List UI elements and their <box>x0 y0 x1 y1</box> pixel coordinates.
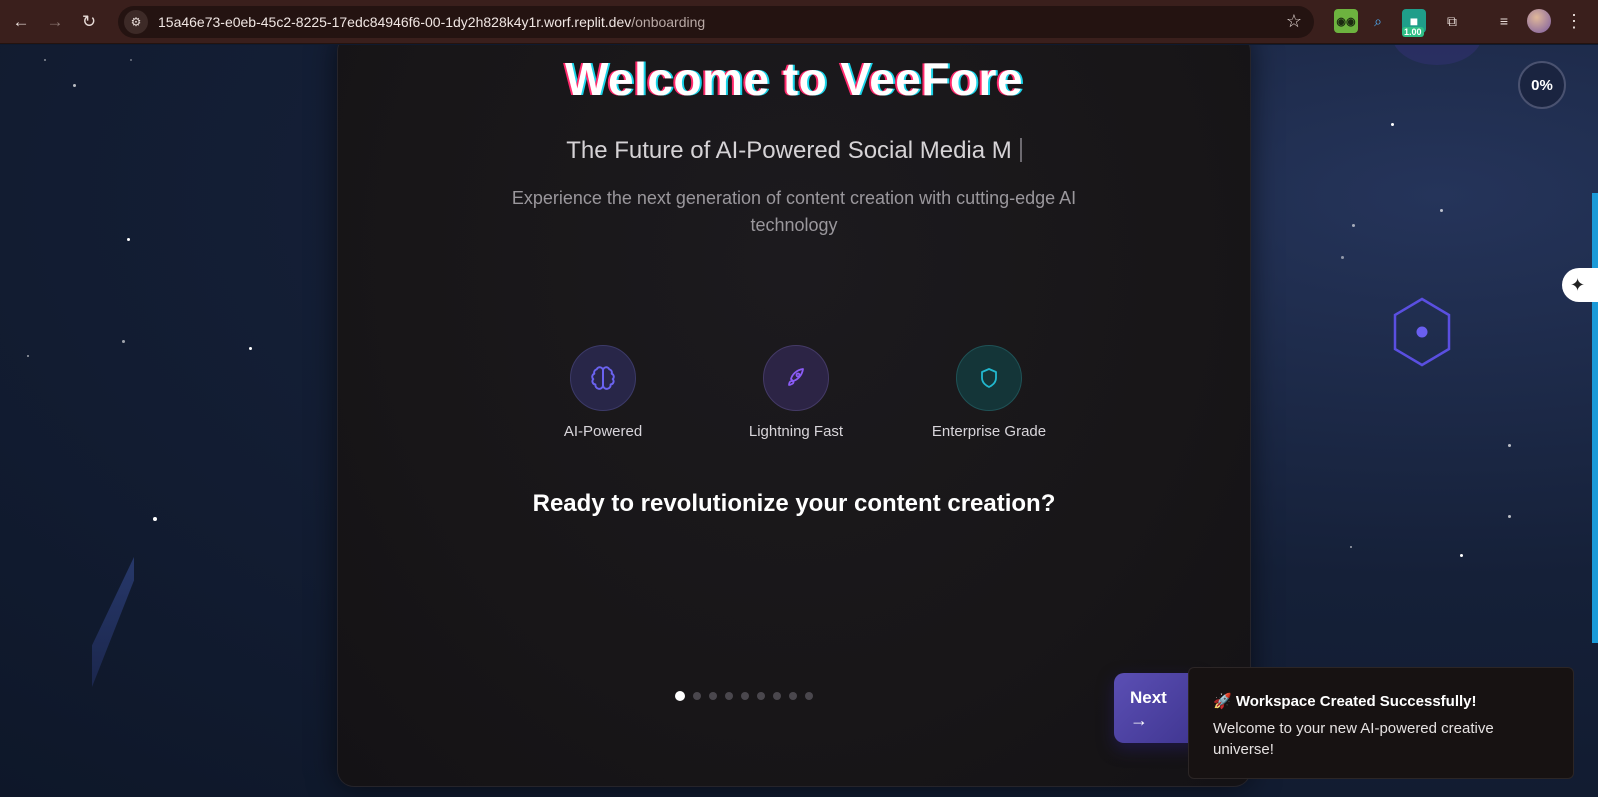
feature-label: Enterprise Grade <box>931 423 1047 440</box>
brain-icon <box>570 345 636 411</box>
ai-sparkle-button[interactable]: ✦ <box>1562 268 1598 302</box>
rocket-icon <box>763 345 829 411</box>
toast-message: Welcome to your new AI-powered creative … <box>1213 720 1494 758</box>
browser-toolbar: ← → ↻ ⚙ 15a46e73-e0eb-45c2-8225-17edc849… <box>0 0 1598 44</box>
feature-enterprise-grade: Enterprise Grade <box>914 345 1064 440</box>
step-dot[interactable] <box>675 691 685 701</box>
star-decoration <box>153 517 157 521</box>
star-decoration <box>122 340 125 343</box>
url-text: 15a46e73-e0eb-45c2-8225-17edc84946f6-00-… <box>158 14 705 30</box>
toast-notification: 🚀 Workspace Created Successfully! Welcom… <box>1188 667 1574 779</box>
progress-indicator: 0% <box>1518 61 1566 109</box>
reload-button[interactable]: ↻ <box>76 9 102 35</box>
feature-lightning-fast: Lightning Fast <box>721 345 871 440</box>
star-decoration <box>73 84 76 87</box>
reading-list-icon[interactable]: ≡ <box>1492 9 1516 33</box>
star-decoration <box>1508 444 1511 447</box>
planet-decoration <box>1392 45 1482 65</box>
scrollbar-thumb[interactable] <box>1592 193 1598 643</box>
feature-ai-powered: AI-Powered <box>528 345 678 440</box>
cta-question: Ready to revolutionize your content crea… <box>532 490 1056 517</box>
star-decoration <box>1460 554 1463 557</box>
url-path: /onboarding <box>631 14 706 30</box>
bookmark-star-icon[interactable]: ☆ <box>1286 11 1302 32</box>
star-decoration <box>44 59 46 61</box>
back-button[interactable]: ← <box>8 9 34 35</box>
tagline-typewriter: The Future of AI-Powered Social Media M <box>338 137 1250 165</box>
step-indicator <box>675 691 813 701</box>
star-decoration <box>1352 224 1355 227</box>
star-decoration <box>1440 209 1443 212</box>
extension-search-icon[interactable]: ⌕ <box>1366 9 1390 33</box>
feature-label: AI-Powered <box>563 423 643 440</box>
tagline-text: The Future of AI-Powered Social Media M <box>566 137 1012 164</box>
star-decoration <box>1391 123 1394 126</box>
arrow-right-icon: → <box>46 11 64 31</box>
step-dot[interactable] <box>693 692 701 700</box>
site-info-icon[interactable]: ⚙ <box>124 10 148 34</box>
extension-counter-icon[interactable]: ■ 1.00 <box>1402 9 1426 37</box>
sparkle-icon: ✦ <box>1570 274 1586 295</box>
star-decoration <box>249 347 252 350</box>
step-dot[interactable] <box>709 692 717 700</box>
arrow-left-icon: ← <box>12 11 30 31</box>
step-dot[interactable] <box>789 692 797 700</box>
hexagon-icon <box>1393 297 1451 367</box>
onboarding-page: Welcome to VeeFore The Future of AI-Powe… <box>0 45 1598 797</box>
step-dot[interactable] <box>773 692 781 700</box>
extension-badge: 1.00 <box>1402 27 1424 37</box>
shield-icon <box>956 345 1022 411</box>
toast-title: 🚀 Workspace Created Successfully! <box>1213 693 1477 710</box>
star-decoration <box>1508 515 1511 518</box>
profile-avatar[interactable] <box>1527 9 1551 33</box>
step-dot[interactable] <box>757 692 765 700</box>
subtitle-text: Experience the next generation of conten… <box>511 188 1077 235</box>
star-decoration <box>130 59 132 61</box>
typing-cursor <box>1019 138 1022 162</box>
onboarding-card: Welcome to VeeFore The Future of AI-Powe… <box>338 45 1250 786</box>
extension-glasses-icon[interactable]: ◉◉ <box>1334 9 1358 33</box>
star-decoration <box>127 238 130 241</box>
reload-icon: ↻ <box>81 11 97 31</box>
extensions-puzzle-icon[interactable]: ⧉ <box>1440 9 1464 33</box>
step-dot[interactable] <box>805 692 813 700</box>
browser-menu-icon[interactable]: ⋮ <box>1562 9 1586 33</box>
feature-label: Lightning Fast <box>748 423 844 440</box>
star-decoration <box>1341 256 1344 259</box>
address-bar[interactable]: ⚙ 15a46e73-e0eb-45c2-8225-17edc84946f6-0… <box>118 6 1314 38</box>
forward-button[interactable]: → <box>42 9 68 35</box>
url-host: 15a46e73-e0eb-45c2-8225-17edc84946f6-00-… <box>158 14 632 30</box>
crystal-shard-decoration <box>92 557 134 687</box>
star-decoration <box>27 355 29 357</box>
star-decoration <box>1350 546 1352 548</box>
welcome-heading: Welcome to VeeFore <box>564 53 1024 105</box>
step-dot[interactable] <box>725 692 733 700</box>
step-dot[interactable] <box>741 692 749 700</box>
